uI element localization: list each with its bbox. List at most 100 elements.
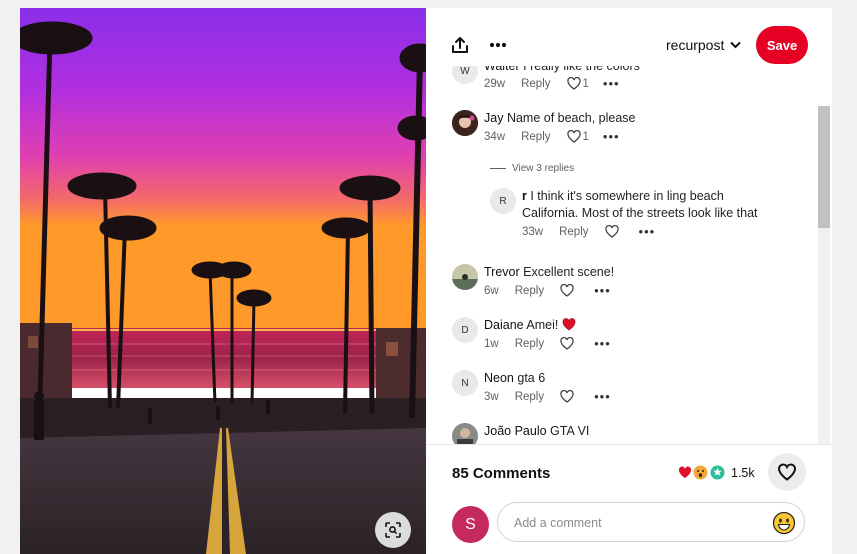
reply-button[interactable]: Reply: [515, 391, 544, 403]
like-count: 1: [582, 77, 589, 90]
like-button[interactable]: 1: [566, 130, 589, 143]
like-count: 1: [582, 130, 589, 143]
pin-header: recurpost Save: [426, 8, 832, 66]
comment-count[interactable]: 85 Comments: [452, 465, 550, 482]
comment-more-button[interactable]: •••: [594, 389, 611, 404]
comment-more-button[interactable]: •••: [594, 283, 611, 298]
comment-text: Jay Name of beach, please: [484, 110, 784, 127]
user-photo-icon: [452, 423, 478, 444]
reactions-summary[interactable]: 1.5k: [678, 465, 755, 480]
comment-text: Neon gta 6: [484, 370, 784, 387]
reply-button[interactable]: Reply: [559, 226, 588, 238]
view-replies-button[interactable]: View 3 replies: [490, 163, 574, 174]
emoji-picker-button[interactable]: [772, 511, 796, 535]
comment-author[interactable]: Trevor: [484, 265, 520, 279]
react-button[interactable]: [768, 453, 806, 491]
reply-button[interactable]: Reply: [521, 78, 550, 90]
wow-reaction-icon: [693, 465, 708, 480]
comment-meta: 3w Reply •••: [484, 389, 611, 404]
comment-time: 1w: [484, 337, 499, 350]
smiley-emoji-icon: [772, 511, 796, 535]
comment-time: 3w: [484, 390, 499, 403]
comment-text: João Paulo GTA VI: [484, 423, 784, 440]
heart-outline-icon: [566, 130, 581, 143]
view-replies-label: View 3 replies: [512, 163, 575, 174]
visual-search-button[interactable]: [375, 512, 411, 548]
comment-more-button[interactable]: •••: [594, 336, 611, 351]
comment-author[interactable]: r: [522, 189, 527, 203]
add-comment-input[interactable]: [512, 503, 766, 543]
comment-time: 33w: [522, 225, 544, 238]
comment-message: Name of beach, please: [506, 111, 636, 125]
heart-outline-icon: [777, 463, 797, 481]
comment-more-button[interactable]: •••: [639, 224, 656, 239]
comment-more-button[interactable]: •••: [603, 129, 620, 144]
like-button[interactable]: [560, 284, 574, 297]
comment-meta: 29w Reply 1 •••: [484, 76, 620, 91]
comment-message: Amei!: [526, 318, 559, 332]
avatar[interactable]: [452, 264, 478, 290]
avatar[interactable]: [452, 423, 478, 444]
pin-closeup-card: W Walter I really like the colors 29w Re…: [20, 8, 832, 554]
comment-message: gta 6: [517, 371, 546, 385]
avatar[interactable]: N: [452, 370, 478, 396]
comments-list[interactable]: W Walter I really like the colors 29w Re…: [426, 8, 824, 444]
comment-text: r I think it's somewhere in ling beach C…: [522, 188, 782, 222]
avatar[interactable]: R: [490, 188, 516, 214]
comment-time: 6w: [484, 284, 499, 297]
share-button[interactable]: [446, 31, 474, 59]
heart-reaction-icon: [678, 466, 692, 478]
user-photo-icon: [452, 110, 478, 136]
comment-text: Trevor Excellent scene!: [484, 264, 784, 281]
reply-button[interactable]: Reply: [521, 131, 550, 143]
comment-message: Excellent scene!: [523, 265, 615, 279]
heart-outline-icon: [566, 77, 581, 90]
avatar[interactable]: D: [452, 317, 478, 343]
comment-message: GTA VI: [550, 424, 590, 438]
red-heart-emoji-icon: [562, 318, 576, 331]
comment-meta: 34w Reply 1 •••: [484, 129, 620, 144]
like-button[interactable]: [560, 390, 574, 403]
like-button[interactable]: [604, 225, 619, 238]
more-options-button[interactable]: [484, 31, 512, 59]
comments-footer: 85 Comments 1.5k S: [426, 444, 832, 554]
comment-author[interactable]: Neon: [484, 371, 514, 385]
comment-meta: 1w Reply •••: [484, 336, 611, 351]
comment-author[interactable]: João Paulo: [484, 424, 547, 438]
comments-scrollbar[interactable]: [818, 106, 830, 444]
share-icon: [452, 37, 468, 53]
reply-button[interactable]: Reply: [515, 285, 544, 297]
heart-outline-icon: [560, 337, 574, 350]
comment-time: 34w: [484, 130, 506, 143]
like-button[interactable]: 1: [566, 77, 589, 90]
chevron-down-icon: [730, 41, 742, 49]
pin-image[interactable]: [20, 8, 426, 554]
comment-more-button[interactable]: •••: [603, 76, 620, 91]
comment-input-container[interactable]: [497, 502, 805, 543]
comment-meta: 6w Reply •••: [484, 283, 611, 298]
board-selector[interactable]: recurpost: [666, 37, 742, 53]
pin-details-pane: W Walter I really like the colors 29w Re…: [426, 8, 832, 554]
sunset-palm-street-image: [20, 8, 426, 554]
like-button[interactable]: [560, 337, 574, 350]
comment-message: I think it's somewhere in ling beach Cal…: [522, 189, 758, 220]
board-name: recurpost: [666, 37, 725, 53]
divider: [490, 168, 506, 169]
comment-author[interactable]: Jay: [484, 111, 503, 125]
lens-search-icon: [385, 522, 401, 538]
star-reaction-icon: [710, 465, 725, 480]
comment-text: Daiane Amei!: [484, 317, 784, 334]
current-user-avatar[interactable]: S: [452, 506, 489, 543]
comment-time: 29w: [484, 77, 506, 90]
save-button[interactable]: Save: [756, 26, 808, 64]
avatar[interactable]: [452, 110, 478, 136]
heart-outline-icon: [560, 284, 574, 297]
comment-author[interactable]: Daiane: [484, 318, 524, 332]
reply-button[interactable]: Reply: [515, 338, 544, 350]
comment-meta: 33w Reply •••: [522, 224, 655, 239]
reaction-count: 1.5k: [731, 465, 755, 480]
more-options-icon: [489, 42, 507, 48]
scrollbar-thumb[interactable]: [818, 106, 830, 228]
heart-outline-icon: [560, 390, 574, 403]
heart-outline-icon: [604, 225, 619, 238]
